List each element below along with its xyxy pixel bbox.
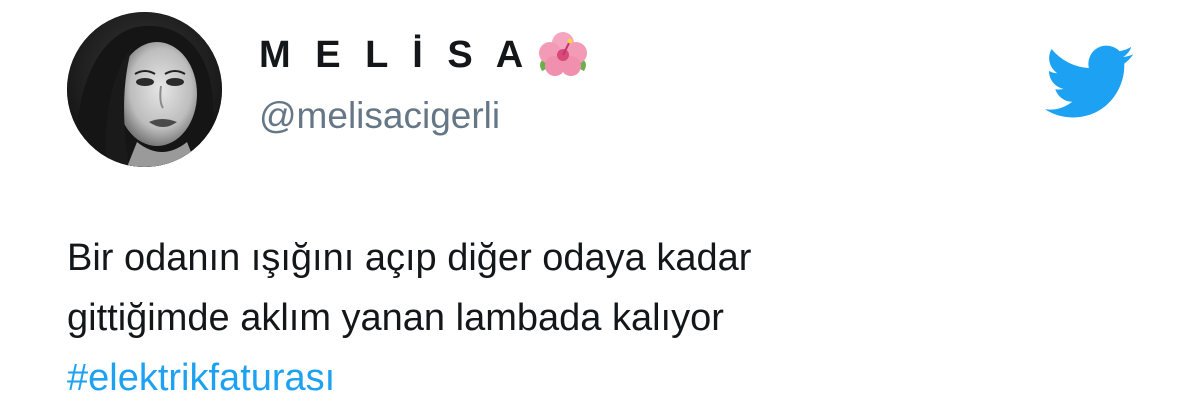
hibiscus-icon [534,31,592,79]
display-name[interactable]: M E L İ S A [259,30,530,80]
tweet-text: Bir odanın ışığını açıp diğer odaya kada… [67,228,1147,408]
tweet-line: gittiğimde aklım yanan lambada kalıyor [67,297,724,339]
user-info: M E L İ S A @melisacigerli [259,30,592,138]
avatar-portrait [67,12,222,167]
twitter-bird-icon[interactable] [1045,45,1135,119]
hashtag-link[interactable]: #elektrikfaturası [67,348,1147,408]
user-handle[interactable]: @melisacigerli [259,94,592,138]
tweet-card: M E L İ S A @melisacigerli Bir odanın ış… [0,0,1200,415]
display-name-row: M E L İ S A [259,30,592,80]
avatar[interactable] [67,12,222,167]
tweet-line: Bir odanın ışığını açıp diğer odaya kada… [67,237,752,279]
